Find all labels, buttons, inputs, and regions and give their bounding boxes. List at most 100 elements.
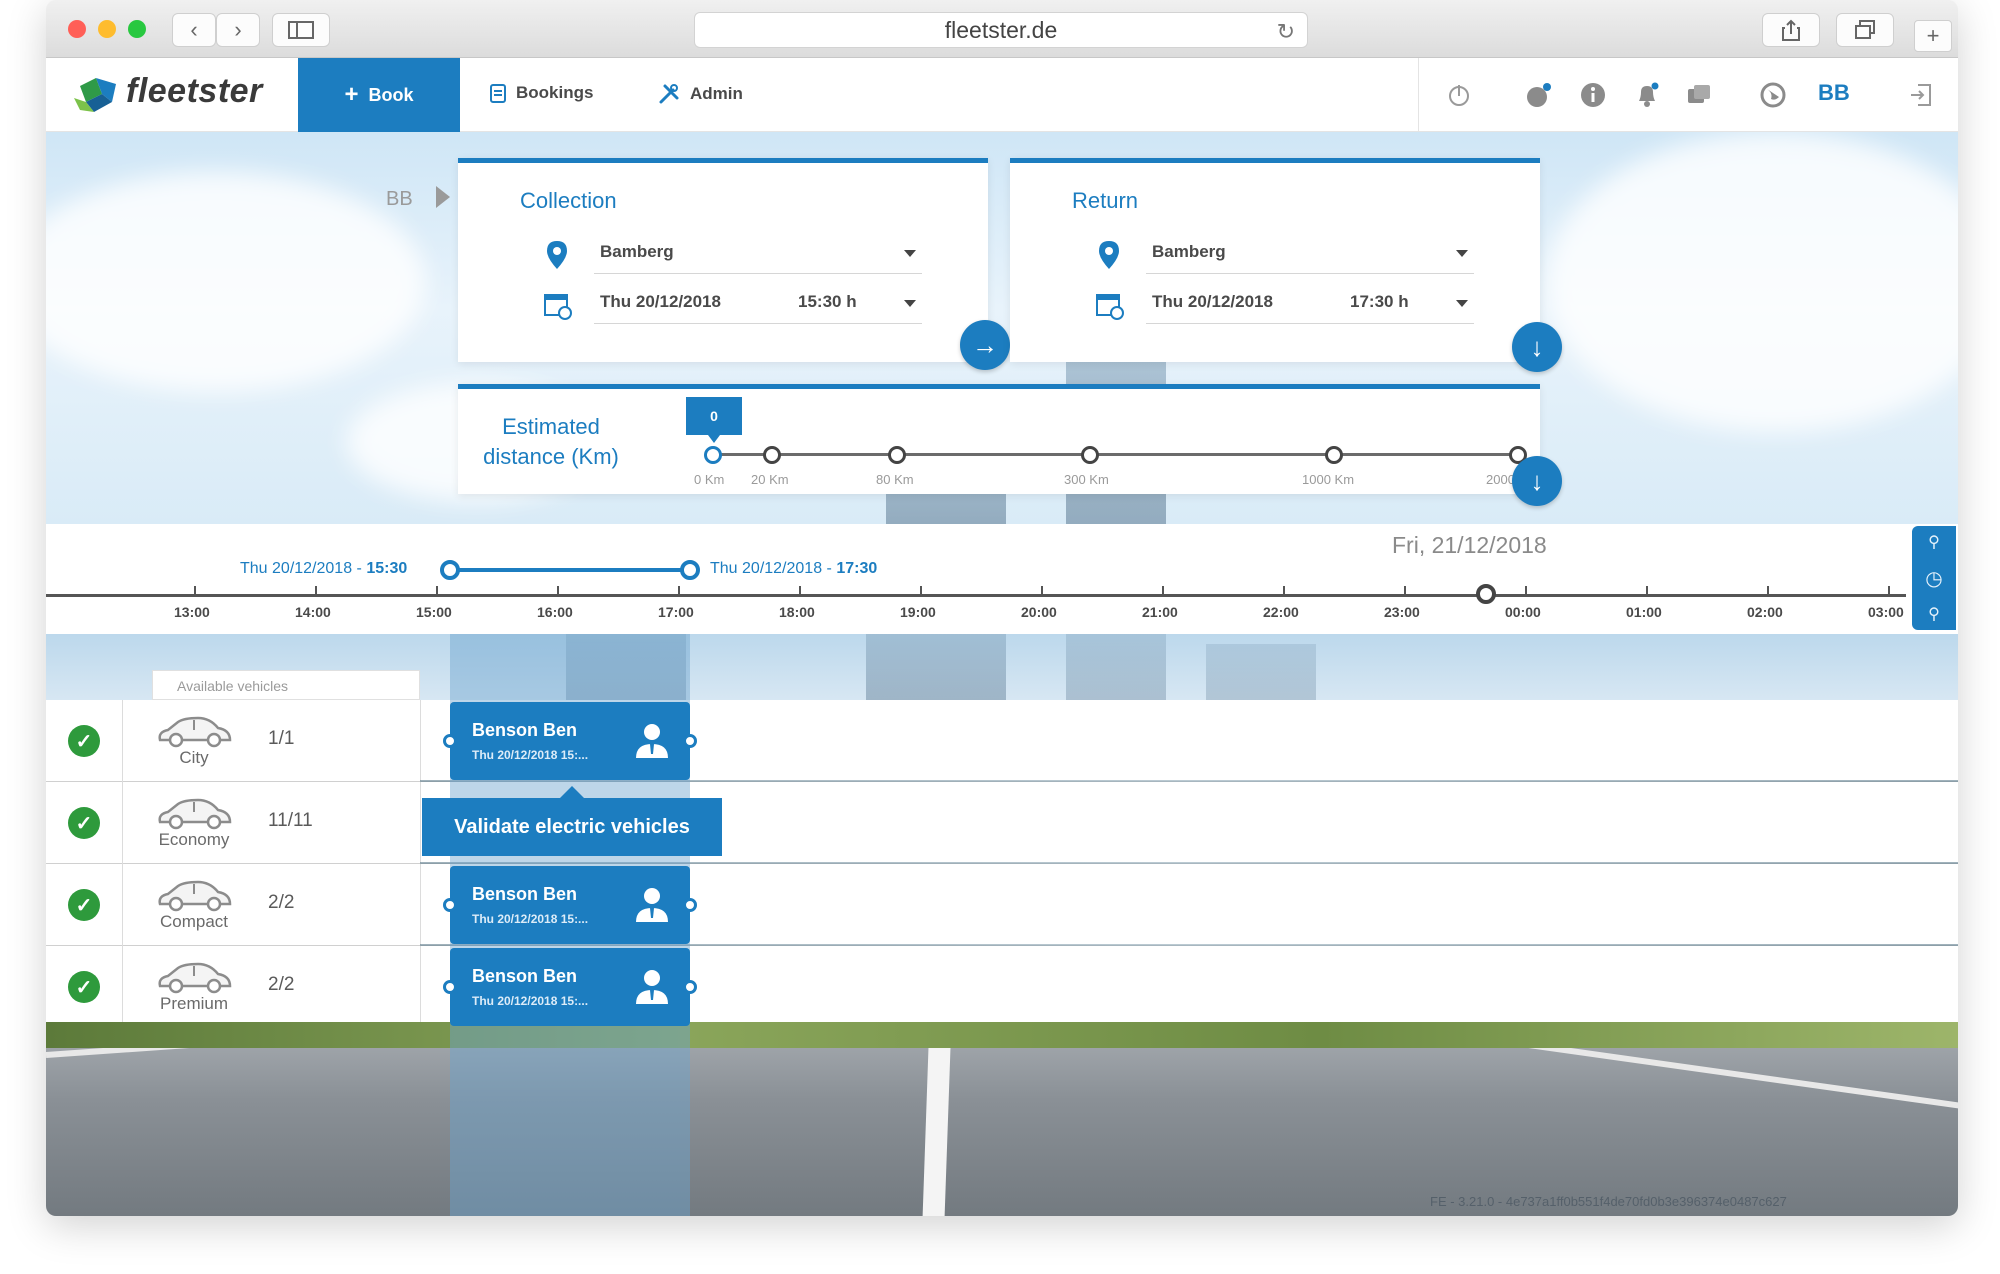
timeline-hour-tick xyxy=(1646,586,1648,594)
distance-tick-label: 80 Km xyxy=(876,472,914,487)
tools-icon xyxy=(659,84,679,104)
globe-icon[interactable] xyxy=(1758,80,1788,110)
sidebar-toggle-icon[interactable] xyxy=(272,13,330,47)
messages-icon[interactable] xyxy=(1684,80,1714,110)
car-icon xyxy=(154,714,234,748)
check-circle-icon: ✓ xyxy=(68,807,100,839)
user-icon xyxy=(632,720,672,760)
nav-admin-label: Admin xyxy=(690,84,743,103)
arrow-right-icon[interactable]: → xyxy=(960,320,1010,370)
return-datetime-select[interactable]: Thu 20/12/2018 17:30 h xyxy=(1146,286,1474,324)
car-icon xyxy=(154,960,234,994)
timeline-hour-tick xyxy=(1525,586,1527,594)
vehicle-row-premium[interactable]: ✓ Premium 2/2 xyxy=(46,946,1958,1028)
distance-tick-label: 1000 Km xyxy=(1302,472,1355,487)
info-icon[interactable] xyxy=(1578,80,1608,110)
vehicle-row-economy[interactable]: ✓ Economy 11/11 xyxy=(46,782,1958,864)
timeline-start-handle[interactable] xyxy=(440,560,460,580)
power-icon[interactable] xyxy=(1444,80,1474,110)
distance-stop-80[interactable] xyxy=(888,446,906,464)
timeline-hour-label: 23:00 xyxy=(1384,604,1420,620)
logo-text[interactable]: fleetster xyxy=(126,72,263,111)
logout-icon[interactable] xyxy=(1906,80,1936,110)
distance-slider-track[interactable] xyxy=(712,453,1518,456)
vehicle-row-compact[interactable]: ✓ Compact 2/2 xyxy=(46,864,1958,946)
back-icon[interactable]: ‹ xyxy=(172,13,216,47)
timeline-separator: - xyxy=(352,560,367,577)
navbar-separator xyxy=(1418,58,1419,132)
booking-card[interactable]: Benson Ben Thu 20/12/2018 15:... xyxy=(443,948,697,1026)
tabs-overview-icon[interactable] xyxy=(1836,13,1894,47)
timeline-end-handle[interactable] xyxy=(680,560,700,580)
timeline-hour-tick xyxy=(920,586,922,594)
booking-start-handle[interactable] xyxy=(443,734,457,748)
share-icon[interactable] xyxy=(1762,13,1820,47)
timeline-end-date: Thu 20/12/2018 xyxy=(710,560,823,577)
vehicle-category-name: Compact xyxy=(159,912,229,931)
collection-location-select[interactable]: Bamberg xyxy=(594,236,922,274)
booking-start-handle[interactable] xyxy=(443,980,457,994)
play-arrow-icon[interactable] xyxy=(434,184,452,210)
distance-slider-handle[interactable] xyxy=(704,446,722,464)
timeline-end-label: Thu 20/12/2018 - 17:30 xyxy=(710,560,877,578)
timeline-midnight-marker xyxy=(1476,584,1496,604)
timeline-separator: - xyxy=(822,560,837,577)
booking-end-handle[interactable] xyxy=(683,898,697,912)
booking-driver-name: Benson Ben xyxy=(472,884,578,904)
distance-stop-1000[interactable] xyxy=(1325,446,1343,464)
car-icon xyxy=(154,796,234,830)
check-circle-icon: ✓ xyxy=(68,971,100,1003)
app-navbar: fleetster + Book Bookings Admin BB xyxy=(46,58,1958,132)
return-time-value: 17:30 h xyxy=(1350,292,1409,311)
bell-icon[interactable] xyxy=(1632,80,1662,110)
chevron-down-icon xyxy=(1456,250,1468,257)
return-location-select[interactable]: Bamberg xyxy=(1146,236,1474,274)
timeline-hour-label: 15:00 xyxy=(416,604,452,620)
nav-admin[interactable]: Admin xyxy=(658,83,743,105)
collection-datetime-select[interactable]: Thu 20/12/2018 15:30 h xyxy=(594,286,922,324)
arrow-down-icon[interactable]: ↓ xyxy=(1512,322,1562,372)
vehicle-row-city[interactable]: ✓ City 1/1 xyxy=(46,700,1958,782)
booking-start-handle[interactable] xyxy=(443,898,457,912)
row-divider xyxy=(122,946,123,1028)
distance-label: Estimated distance (Km) xyxy=(470,412,632,472)
vehicle-category-name: Economy xyxy=(158,830,230,849)
search-user-initials: BB xyxy=(386,188,413,210)
vehicle-availability-count: 11/11 xyxy=(268,810,313,831)
booking-end-handle[interactable] xyxy=(683,980,697,994)
row-divider xyxy=(122,700,123,782)
address-bar[interactable]: fleetster.de ↻ xyxy=(694,12,1308,48)
nav-bookings[interactable]: Bookings xyxy=(490,83,593,103)
distance-stop-20[interactable] xyxy=(763,446,781,464)
new-tab-icon[interactable]: + xyxy=(1914,20,1952,52)
timeline-hour-tick xyxy=(799,586,801,594)
booking-card[interactable]: Benson Ben Thu 20/12/2018 15:... xyxy=(443,866,697,944)
booking-end-handle[interactable] xyxy=(683,734,697,748)
reload-icon[interactable]: ↻ xyxy=(1277,19,1295,45)
row-divider xyxy=(122,864,123,946)
close-window-button[interactable] xyxy=(68,20,86,38)
booking-card[interactable]: Benson Ben Thu 20/12/2018 15:... xyxy=(443,702,697,780)
validate-electric-vehicles-tooltip[interactable]: Validate electric vehicles xyxy=(422,786,722,856)
timeline-hour-label: 02:00 xyxy=(1747,604,1783,620)
maximize-window-button[interactable] xyxy=(128,20,146,38)
timeline-hour-label: 00:00 xyxy=(1505,604,1541,620)
timeline-selected-range[interactable] xyxy=(450,568,690,572)
rocket-notification-icon[interactable] xyxy=(1524,80,1554,110)
browser-toolbar: ‹ › fleetster.de ↻ + xyxy=(46,0,1958,58)
book-label: Book xyxy=(368,84,414,105)
distance-label-line2: distance (Km) xyxy=(483,444,619,469)
distance-tick-label: 20 Km xyxy=(751,472,789,487)
user-menu[interactable]: BB xyxy=(1818,80,1850,106)
forward-icon[interactable]: › xyxy=(216,13,260,47)
book-button[interactable]: + Book xyxy=(298,58,460,132)
timeline-axis xyxy=(46,594,1906,597)
check-circle-icon: ✓ xyxy=(68,725,100,757)
timeline-hour-label: 19:00 xyxy=(900,604,936,620)
arrow-down-icon[interactable]: ↓ xyxy=(1512,456,1562,506)
distance-stop-300[interactable] xyxy=(1081,446,1099,464)
minimize-window-button[interactable] xyxy=(98,20,116,38)
zoom-in-icon[interactable]: ⚲ xyxy=(1912,532,1956,552)
zoom-out-icon[interactable]: ⚲ xyxy=(1912,604,1956,624)
clock-icon[interactable]: ◷ xyxy=(1912,566,1956,591)
